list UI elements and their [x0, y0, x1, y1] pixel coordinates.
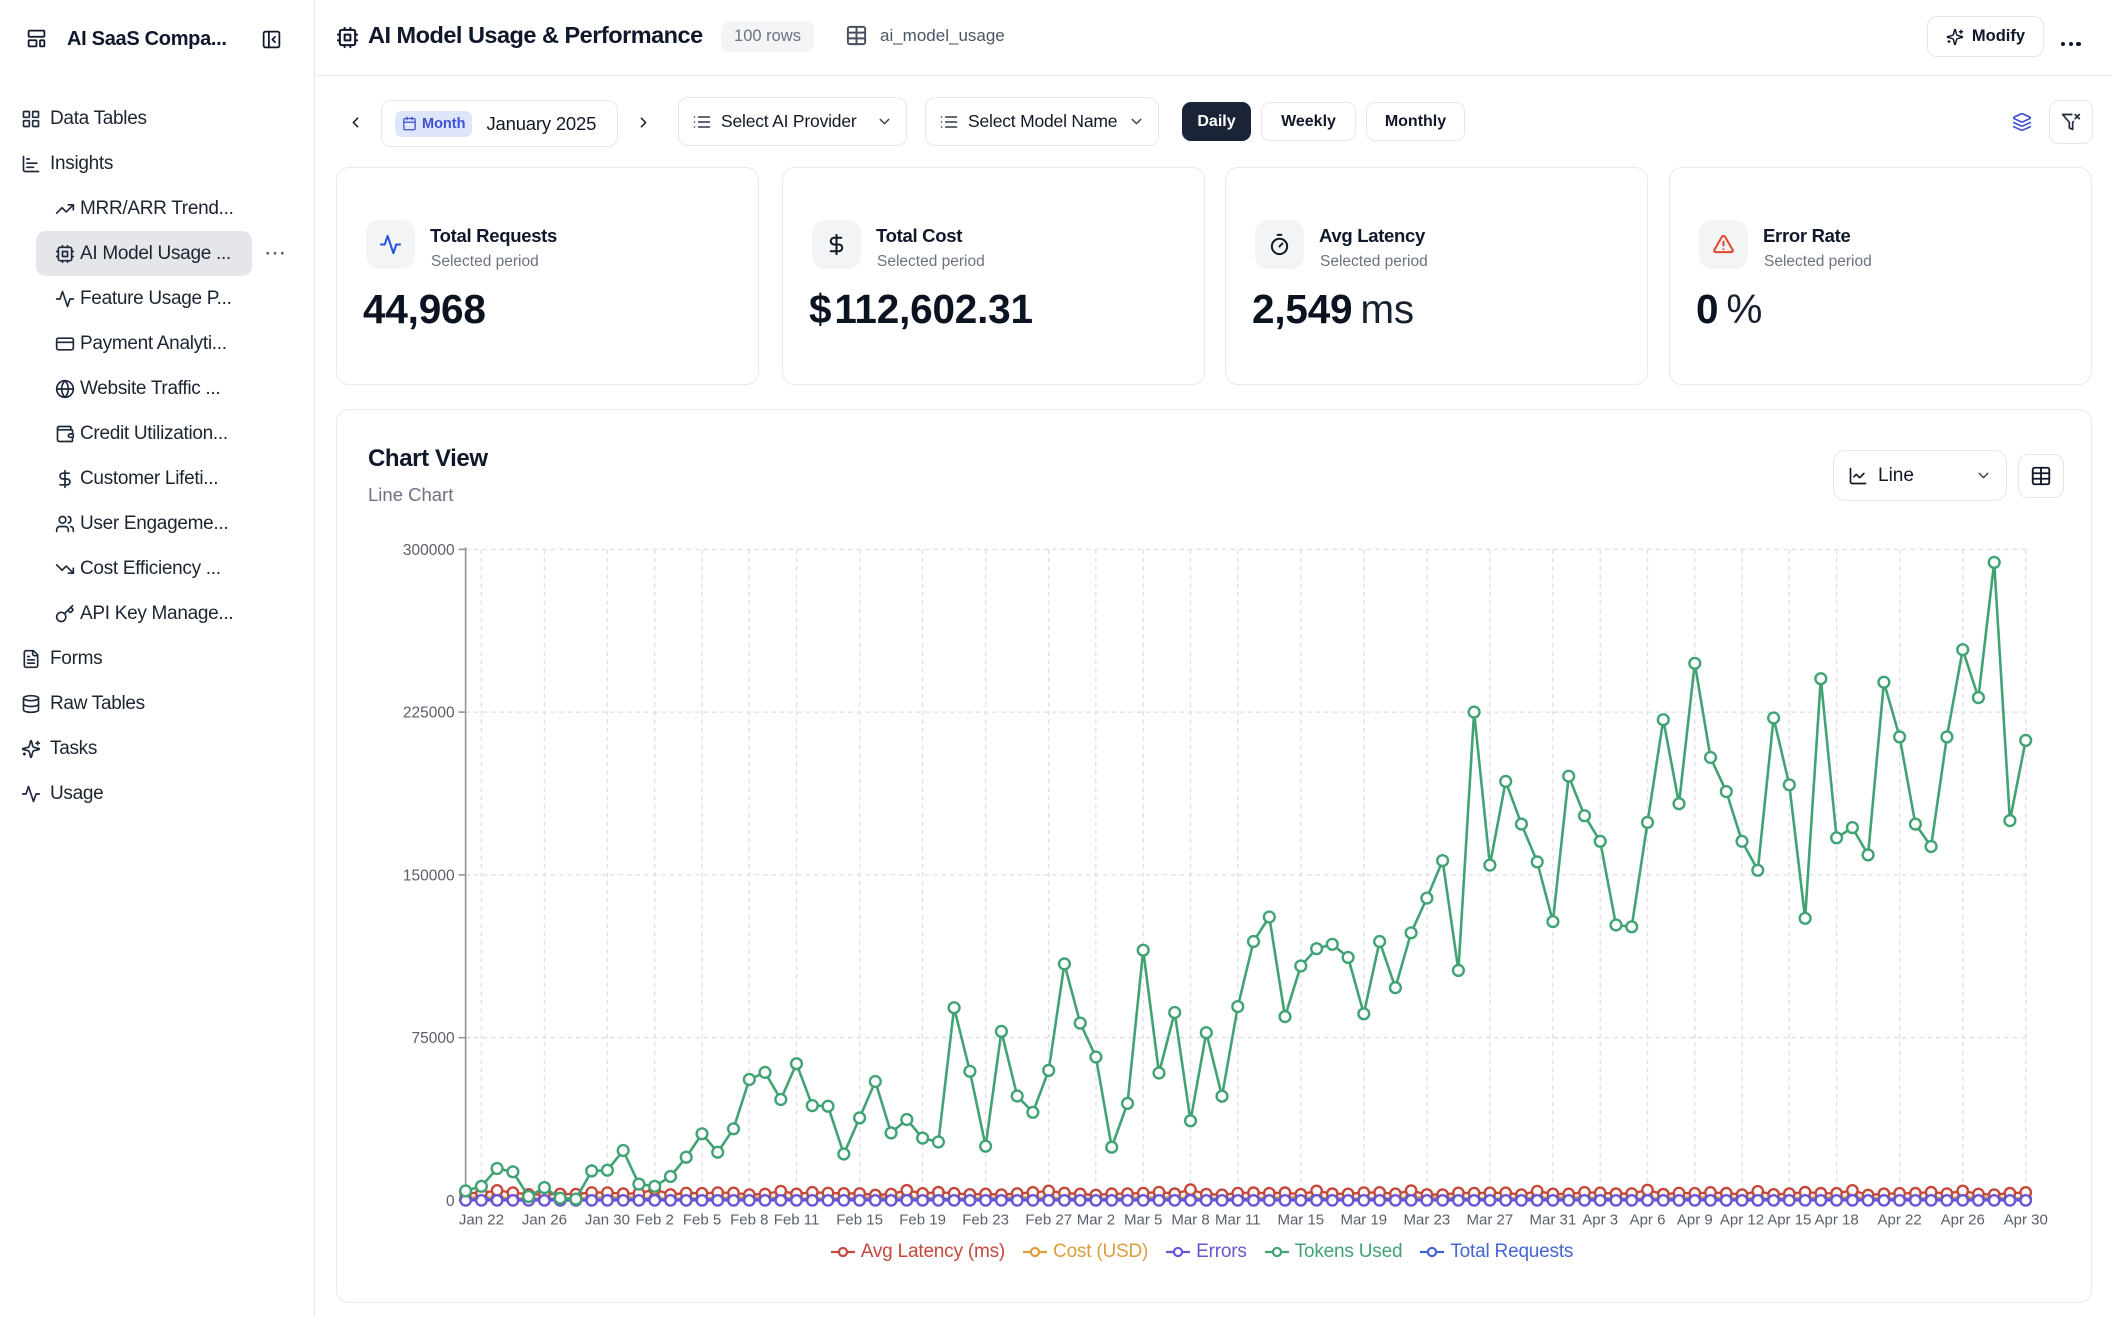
svg-text:Feb 8: Feb 8 — [730, 1211, 768, 1228]
svg-text:Feb 23: Feb 23 — [962, 1211, 1009, 1228]
svg-text:Apr 18: Apr 18 — [1814, 1211, 1858, 1228]
svg-text:Mar 2: Mar 2 — [1077, 1211, 1115, 1228]
svg-text:Feb 2: Feb 2 — [636, 1211, 674, 1228]
svg-text:Mar 31: Mar 31 — [1530, 1211, 1577, 1228]
svg-text:Apr 26: Apr 26 — [1941, 1211, 1985, 1228]
svg-text:Mar 19: Mar 19 — [1340, 1211, 1387, 1228]
svg-text:225000: 225000 — [403, 705, 455, 722]
svg-text:150000: 150000 — [403, 867, 455, 884]
svg-text:Feb 5: Feb 5 — [683, 1211, 721, 1228]
svg-text:Mar 27: Mar 27 — [1467, 1211, 1514, 1228]
svg-text:Feb 11: Feb 11 — [774, 1211, 820, 1228]
svg-text:Mar 11: Mar 11 — [1215, 1211, 1261, 1228]
svg-text:Apr 12: Apr 12 — [1720, 1211, 1764, 1228]
svg-text:Apr 9: Apr 9 — [1677, 1211, 1713, 1228]
svg-text:0: 0 — [446, 1193, 455, 1210]
svg-text:Jan 26: Jan 26 — [522, 1211, 567, 1228]
svg-text:Jan 22: Jan 22 — [459, 1211, 504, 1228]
svg-text:Jan 30: Jan 30 — [585, 1211, 630, 1228]
svg-text:Apr 15: Apr 15 — [1767, 1211, 1811, 1228]
svg-text:Apr 30: Apr 30 — [2004, 1211, 2048, 1228]
svg-text:Feb 15: Feb 15 — [836, 1211, 883, 1228]
svg-text:Apr 3: Apr 3 — [1582, 1211, 1618, 1228]
svg-text:Apr 6: Apr 6 — [1630, 1211, 1666, 1228]
svg-text:Feb 27: Feb 27 — [1025, 1211, 1072, 1228]
svg-text:Mar 5: Mar 5 — [1124, 1211, 1162, 1228]
svg-text:300000: 300000 — [403, 542, 455, 559]
svg-text:Apr 22: Apr 22 — [1877, 1211, 1921, 1228]
svg-text:Mar 23: Mar 23 — [1404, 1211, 1451, 1228]
svg-text:Feb 19: Feb 19 — [899, 1211, 946, 1228]
svg-text:Mar 15: Mar 15 — [1277, 1211, 1324, 1228]
svg-text:Mar 8: Mar 8 — [1171, 1211, 1209, 1228]
svg-text:75000: 75000 — [411, 1030, 454, 1047]
